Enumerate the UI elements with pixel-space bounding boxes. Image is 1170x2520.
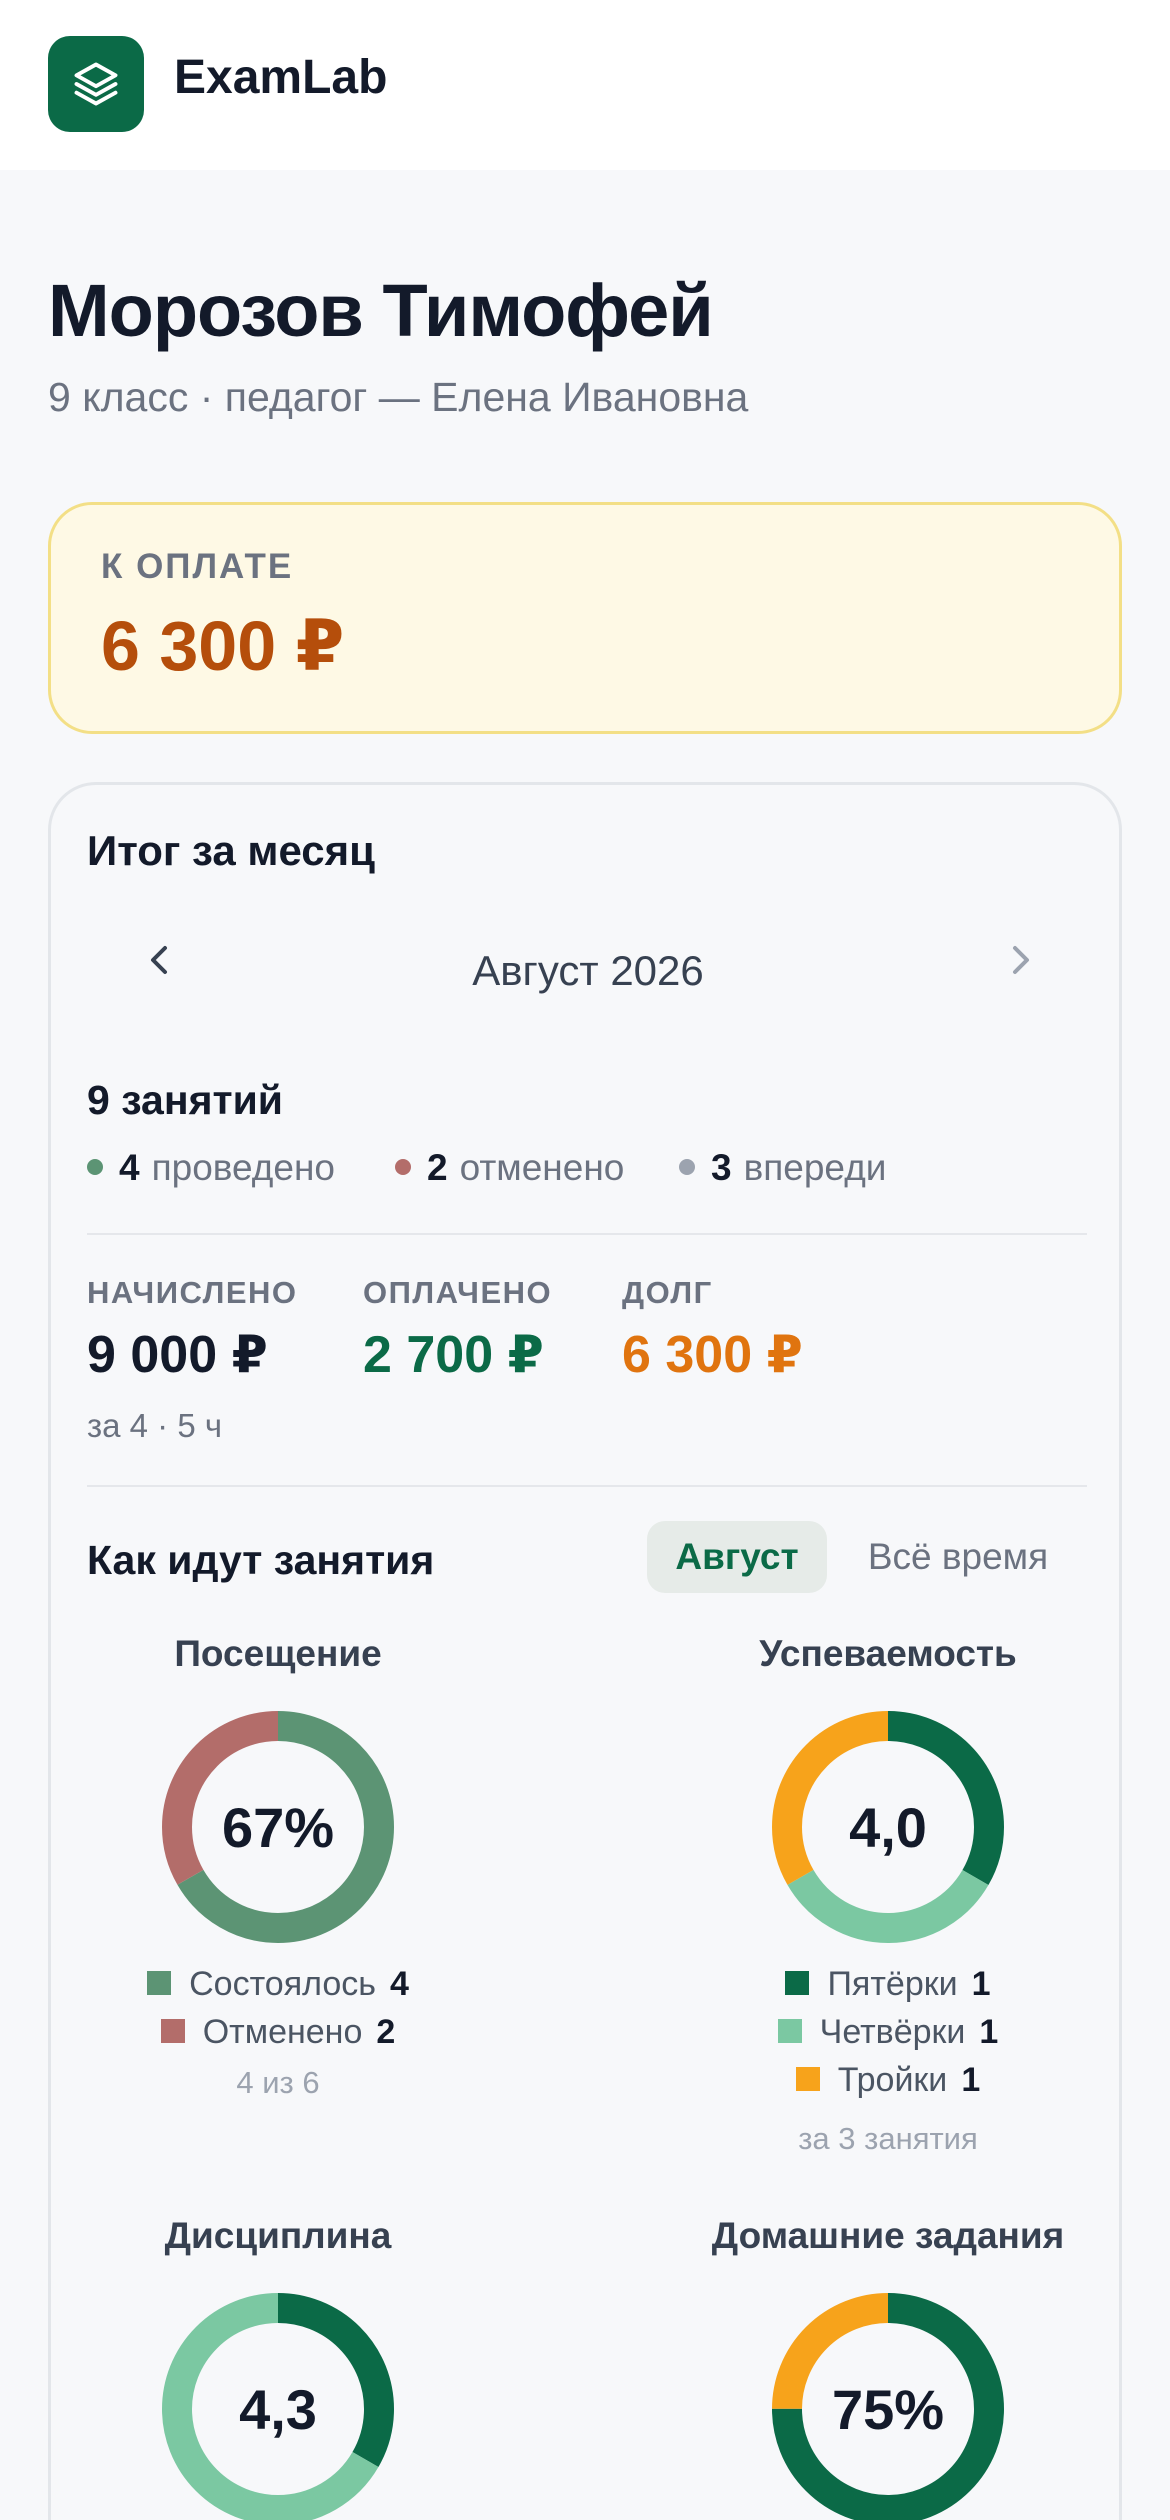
status-dot — [679, 1159, 695, 1176]
next-month-button[interactable] — [995, 935, 1045, 985]
attendance-value: 67% — [221, 1796, 335, 1859]
status-dot — [395, 1159, 411, 1176]
stat-label: впереди — [743, 1147, 887, 1188]
divider — [87, 1233, 1087, 1235]
discipline-title: Дисциплина — [164, 2215, 392, 2256]
debt-value: 6 300 ₽ — [622, 1326, 803, 1384]
card-title: Итог за месяц — [87, 827, 375, 874]
legend-count: 4 — [389, 1965, 409, 2003]
stat-cancelled: 2 отменено — [395, 1147, 624, 1189]
attendance-footnote: 4 из 6 — [236, 2065, 320, 2100]
accrued-value: 9 000 ₽ — [87, 1326, 268, 1384]
stat-count: 4 — [119, 1147, 140, 1188]
app-name: ExamLab — [174, 51, 388, 104]
month-label: Август 2026 — [472, 947, 704, 994]
legend-swatch — [160, 2019, 185, 2044]
legend-label: Четвёрки — [819, 2013, 966, 2051]
legend-item-cancelled: Отменено 2 — [68, 2013, 488, 2052]
divider — [87, 1485, 1087, 1487]
app-logo[interactable] — [48, 36, 144, 132]
student-subtitle: 9 класс · педагог — Елена Ивановна — [48, 374, 749, 420]
stat-count: 3 — [711, 1147, 732, 1188]
stat-upcoming: 3 впереди — [679, 1147, 886, 1189]
paid-value: 2 700 ₽ — [363, 1326, 544, 1384]
top-bar: ExamLab — [0, 0, 1170, 170]
legend-label: Отменено — [202, 2013, 363, 2051]
lessons-total: 9 занятий — [87, 1077, 284, 1123]
legend-label: Состоялось — [189, 1965, 376, 2003]
grades-title: Успеваемость — [759, 1633, 1017, 1674]
status-dot — [87, 1159, 103, 1176]
amount-due-value: 6 300 ₽ — [101, 607, 345, 685]
paid-label: ОПЛАЧЕНО — [363, 1275, 553, 1310]
amount-due-card: К ОПЛАТЕ 6 300 ₽ — [48, 502, 1122, 734]
legend-count: 1 — [961, 2061, 981, 2099]
legend-label: Тройки — [837, 2061, 948, 2099]
attendance-title: Посещение — [174, 1633, 382, 1674]
homework-value: 75% — [831, 2378, 945, 2441]
legend-label: Пятёрки — [827, 1965, 958, 2003]
debt-label: ДОЛГ — [622, 1275, 713, 1310]
stat-count: 2 — [427, 1147, 448, 1188]
chevron-right-icon — [1013, 946, 1029, 974]
grades-footnote: за 3 занятия — [798, 2121, 978, 2156]
homework-title: Домашние задания — [711, 2215, 1065, 2256]
layers-icon — [74, 62, 118, 106]
legend-swatch — [785, 1971, 810, 1996]
legend-swatch — [147, 1971, 172, 1996]
discipline-value: 4,3 — [239, 2378, 317, 2441]
legend-swatch — [795, 2067, 820, 2092]
legend-count: 1 — [971, 1965, 991, 2003]
legend-item-threes: Тройки 1 — [678, 2061, 1098, 2100]
monthly-summary-card: Итог за месяц Август 2026 9 занятий 4 про… — [48, 782, 1122, 2520]
legend-count: 1 — [979, 2013, 999, 2051]
stat-label: отменено — [459, 1147, 625, 1188]
legend-item-fives: Пятёрки 1 — [678, 1965, 1098, 2004]
grades-value: 4,0 — [849, 1796, 927, 1859]
legend-swatch — [777, 2019, 802, 2044]
legend-item-held: Состоялось 4 — [68, 1965, 488, 2004]
stat-held: 4 проведено — [87, 1147, 335, 1189]
legend-item-fours: Четвёрки 1 — [678, 2013, 1098, 2052]
tab-all-time[interactable]: Всё время — [839, 1521, 1077, 1593]
performance-title: Как идут занятия — [87, 1537, 435, 1583]
student-name: Морозов Тимофей — [48, 269, 714, 352]
amount-due-label: К ОПЛАТЕ — [101, 547, 294, 586]
accrued-note: за 4 · 5 ч — [87, 1407, 223, 1444]
stat-label: проведено — [151, 1147, 335, 1188]
accrued-label: НАЧИСЛЕНО — [87, 1275, 298, 1310]
legend-count: 2 — [376, 2013, 396, 2051]
tab-august[interactable]: Август — [647, 1521, 827, 1593]
